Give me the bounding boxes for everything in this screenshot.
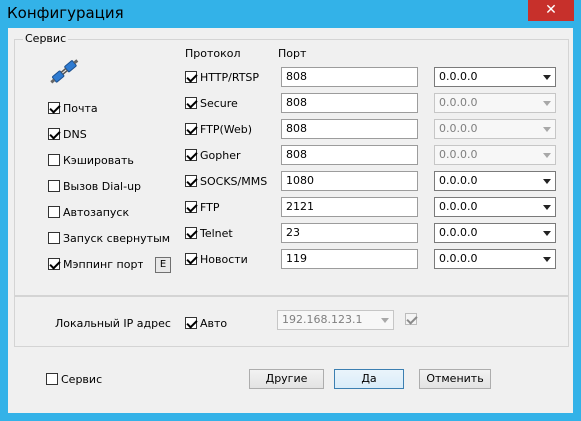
service-group-legend: Сервис xyxy=(23,32,69,45)
port-ftp-input[interactable]: 2121 xyxy=(281,197,418,217)
port-mapping-checkbox[interactable]: Мэппинг портов xyxy=(48,257,143,271)
checkbox-box[interactable] xyxy=(185,227,197,239)
checkbox-box[interactable] xyxy=(185,175,197,187)
protocol-news-checkbox[interactable]: Новости xyxy=(185,252,248,266)
protocol-gopher-checkbox[interactable]: Gopher xyxy=(185,148,241,162)
chevron-down-icon xyxy=(543,101,551,106)
protocol-secure-checkbox[interactable]: Secure xyxy=(185,96,238,110)
chevron-down-icon xyxy=(543,179,551,184)
ip-ftp-select[interactable]: 0.0.0.0 xyxy=(434,197,556,217)
mail-checkbox[interactable]: Почта xyxy=(48,101,98,115)
ip-socks-select[interactable]: 0.0.0.0 xyxy=(434,171,556,191)
checkbox-box[interactable] xyxy=(48,128,60,140)
protocol-http-checkbox[interactable]: HTTP/RTSP xyxy=(185,70,259,84)
chevron-down-icon xyxy=(543,257,551,262)
checkbox-box[interactable] xyxy=(48,154,60,166)
close-button[interactable]: ✕ xyxy=(528,0,574,21)
port-gopher-input[interactable]: 808 xyxy=(281,145,418,165)
checkbox-box[interactable] xyxy=(185,149,197,161)
chevron-down-icon xyxy=(543,127,551,132)
protocol-ftpweb-checkbox[interactable]: FTP(Web) xyxy=(185,122,252,136)
port-http-input[interactable]: 808 xyxy=(281,67,418,87)
window-title: Конфигурация xyxy=(7,4,124,22)
cancel-button[interactable]: Отменить xyxy=(419,369,491,389)
ok-button[interactable]: Да xyxy=(334,369,404,389)
other-button[interactable]: Другие xyxy=(249,369,324,389)
config-window: Конфигурация ✕ Сервис Протокол Порт Почт… xyxy=(0,0,581,421)
checkbox-box[interactable] xyxy=(46,373,58,385)
checkbox-box[interactable] xyxy=(48,102,60,114)
local-ip-label: Локальный IP адрес xyxy=(55,317,171,330)
service-checkbox[interactable]: Сервис xyxy=(46,372,102,386)
protocol-socks-checkbox[interactable]: SOCKS/MMS xyxy=(185,174,267,188)
checkbox-box[interactable] xyxy=(185,97,197,109)
chevron-down-icon xyxy=(543,153,551,158)
checkbox-box[interactable] xyxy=(185,201,197,213)
autostart-checkbox[interactable]: Автозапуск xyxy=(48,205,129,219)
ip-telnet-select[interactable]: 0.0.0.0 xyxy=(434,223,556,243)
chevron-down-icon xyxy=(381,318,389,323)
network-plug-icon xyxy=(50,59,79,84)
checkbox-box[interactable] xyxy=(185,123,197,135)
checkbox-box[interactable] xyxy=(185,253,197,265)
port-mapping-edit-button[interactable]: E xyxy=(155,257,171,273)
protocol-ftp-checkbox[interactable]: FTP xyxy=(185,200,220,214)
port-socks-input[interactable]: 1080 xyxy=(281,171,418,191)
cache-checkbox[interactable]: Кэшировать xyxy=(48,153,134,167)
local-ip-extra-checkbox xyxy=(405,313,417,325)
checkbox-box[interactable] xyxy=(48,206,60,218)
checkbox-box[interactable] xyxy=(48,180,60,192)
ip-news-select[interactable]: 0.0.0.0 xyxy=(434,249,556,269)
port-secure-input[interactable]: 808 xyxy=(281,93,418,113)
dialog-body: Сервис Протокол Порт Почта DNS Кэшироват… xyxy=(8,28,573,413)
port-telnet-input[interactable]: 23 xyxy=(281,223,418,243)
checkbox-box[interactable] xyxy=(185,71,197,83)
checkbox-box[interactable] xyxy=(48,232,60,244)
port-news-input[interactable]: 119 xyxy=(281,249,418,269)
title-bar[interactable]: Конфигурация ✕ xyxy=(0,0,581,28)
chevron-down-icon xyxy=(543,75,551,80)
auto-ip-checkbox[interactable]: Авто xyxy=(185,316,227,330)
protocol-header: Протокол xyxy=(185,47,241,60)
checkbox-box[interactable] xyxy=(48,258,60,270)
chevron-down-icon xyxy=(543,231,551,236)
port-ftpweb-input[interactable]: 808 xyxy=(281,119,418,139)
port-header: Порт xyxy=(278,47,307,60)
chevron-down-icon xyxy=(543,205,551,210)
ip-http-select[interactable]: 0.0.0.0 xyxy=(434,67,556,87)
ip-ftpweb-select: 0.0.0.0 xyxy=(434,119,556,139)
checkbox-box[interactable] xyxy=(185,317,197,329)
service-group: Сервис Протокол Порт Почта DNS Кэшироват… xyxy=(14,32,569,296)
dns-checkbox[interactable]: DNS xyxy=(48,127,87,141)
ip-gopher-select: 0.0.0.0 xyxy=(434,145,556,165)
dialup-checkbox[interactable]: Вызов Dial-up xyxy=(48,179,141,193)
local-ip-select: 192.168.123.1 xyxy=(277,310,394,330)
local-ip-group: Локальный IP адрес Авто 192.168.123.1 xyxy=(14,296,569,347)
start-minimized-checkbox[interactable]: Запуск свернутым xyxy=(48,231,170,245)
ip-secure-select: 0.0.0.0 xyxy=(434,93,556,113)
protocol-telnet-checkbox[interactable]: Telnet xyxy=(185,226,233,240)
close-icon: ✕ xyxy=(545,2,557,18)
